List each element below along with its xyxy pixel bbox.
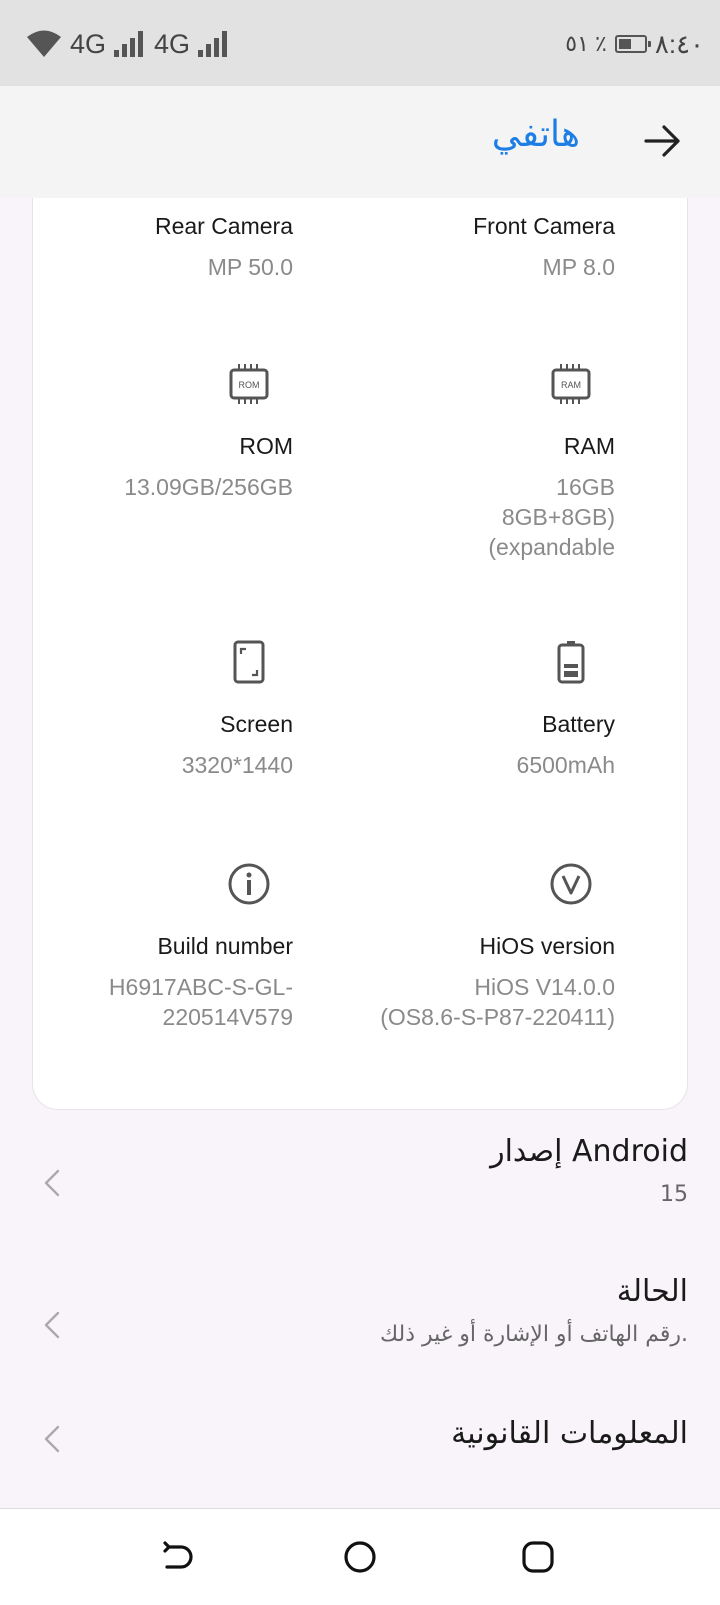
screen-resize-icon [227,640,271,684]
recents-nav-icon [522,1541,554,1573]
spec-value: HiOS V14.0.0 (OS8.6-S-P87-220411) [380,974,615,1030]
android-version-item[interactable]: إصدار Android 15 [0,1120,720,1230]
spec-label: Rear Camera [154,213,293,239]
status-item[interactable]: الحالة رقم الهاتف أو الإشارة أو غير ذلك. [0,1262,720,1372]
battery-percent: ٥١ ٪ [565,31,607,56]
hios-version-spec: HiOS version HiOS V14.0.0 (OS8.6-S-P87-2… [355,932,615,1032]
info-icon [227,862,271,906]
front-camera-spec: Front Camera MP 8.0 [355,212,615,282]
home-nav-icon [344,1541,376,1573]
spec-value: 6500mAh [516,752,615,778]
recents-nav-button[interactable] [510,1529,566,1585]
ram-icon-text: RAM [561,380,581,390]
spec-value: H6917ABC-S-GL- 220514V579 [108,974,293,1030]
back-nav-button[interactable] [150,1529,206,1585]
ram-spec: RAM 16GB 8GB+8GB) (expandable [355,432,615,562]
chevron-left-icon [44,1311,60,1339]
clock: ٨:٤٠ [654,28,704,59]
item-subtitle: 15 [660,1182,688,1207]
spec-value: 3320*1440 [181,752,293,778]
spec-label: Battery [542,711,615,737]
ram-chip-icon: RAM [549,362,593,406]
spec-label: ROM [239,433,293,459]
spec-value: MP 50.0 [207,254,293,280]
arrow-right-icon [644,125,680,157]
item-title: إصدار Android [490,1134,688,1169]
chevron-left-icon [44,1169,60,1197]
spec-value: MP 8.0 [542,254,615,280]
battery-spec: Battery 6500mAh [355,710,615,780]
spec-label: Front Camera [473,213,615,239]
rom-spec: ROM 13.09GB/256GB [33,432,293,502]
app-bar: هاتفي [0,86,720,198]
build-number-spec: Build number H6917ABC-S-GL- 220514V579 [33,932,293,1032]
spec-label: Screen [220,711,293,737]
spec-label: HiOS version [479,933,615,959]
status-icons-right: ٥١ ٪ ٨:٤٠ [565,26,704,62]
spec-value: 16GB 8GB+8GB) (expandable [488,474,615,560]
signal-icon [114,31,144,57]
rom-chip-icon: ROM [227,362,271,406]
screen-spec: Screen 3320*1440 [33,710,293,780]
chevron-left-icon [44,1425,60,1453]
rom-icon-text: ROM [239,380,260,390]
item-subtitle: رقم الهاتف أو الإشارة أو غير ذلك. [379,1322,688,1347]
navigation-bar [0,1508,720,1605]
version-icon [549,862,593,906]
item-title: الحالة [616,1274,688,1309]
spec-value: 13.09GB/256GB [124,474,293,500]
back-button[interactable] [638,116,688,166]
device-specs-card: Rear Camera MP 50.0 Front Camera MP 8.0 … [32,198,688,1110]
spec-label: Build number [157,933,293,959]
network-type-1: 4G [70,28,107,59]
wifi-icon [27,30,61,57]
item-title: المعلومات القانونية [451,1416,688,1451]
status-bar: 4G 4G ٥١ ٪ ٨:٤٠ [0,0,720,86]
legal-info-item[interactable]: المعلومات القانونية [0,1404,720,1484]
battery-icon [614,35,651,53]
network-type-2: 4G [154,28,191,59]
spec-label: RAM [563,433,615,459]
back-nav-icon [163,1541,193,1569]
battery-spec-icon [549,640,593,684]
signal-icon [198,31,228,57]
rear-camera-spec: Rear Camera MP 50.0 [33,212,293,282]
status-icons-left: 4G 4G [26,24,230,64]
page-title: هاتفي [491,114,580,155]
home-nav-button[interactable] [332,1529,388,1585]
